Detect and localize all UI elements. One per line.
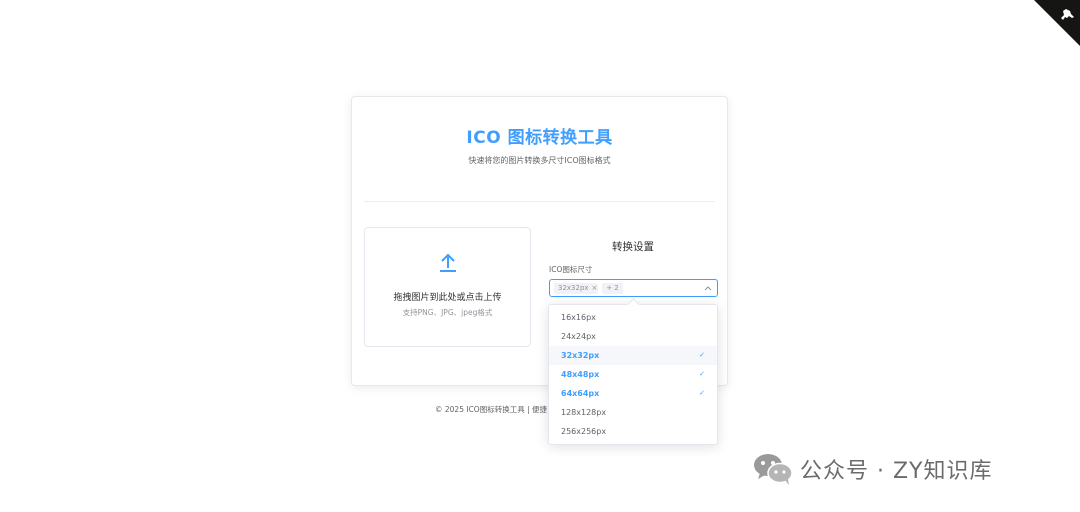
size-select[interactable]: 32x32px × + 2 <box>549 279 718 297</box>
option-256x256[interactable]: 256x256px <box>549 422 717 441</box>
watermark-text: 公众号 · ZY知识库 <box>800 459 993 484</box>
check-icon: ✓ <box>699 351 705 359</box>
option-label: 32x32px <box>561 351 600 360</box>
option-label: 128x128px <box>561 408 607 417</box>
wechat-icon <box>754 454 793 485</box>
option-label: 48x48px <box>561 370 600 379</box>
upload-text: 拖拽图片到此处或点击上传 <box>393 293 502 303</box>
extra-count-tag: + 2 <box>602 283 623 294</box>
page-title: ICO 图标转换工具 <box>466 128 613 148</box>
watermark: 公众号 · ZY知识库 <box>752 449 993 489</box>
option-128x128[interactable]: 128x128px <box>549 403 717 422</box>
upload-dropzone[interactable]: 拖拽图片到此处或点击上传 支持PNG、JPG、jpeg格式 <box>364 227 531 347</box>
option-label: 64x64px <box>561 389 600 398</box>
option-label: 256x256px <box>561 427 607 436</box>
option-label: 24x24px <box>561 332 596 341</box>
divider <box>364 201 715 202</box>
check-icon: ✓ <box>699 389 705 397</box>
option-48x48[interactable]: 48x48px ✓ <box>549 365 717 384</box>
upload-icon <box>440 253 456 272</box>
settings-title: 转换设置 <box>612 241 654 253</box>
option-24x24[interactable]: 24x24px <box>549 327 717 346</box>
option-64x64[interactable]: 64x64px ✓ <box>549 384 717 403</box>
footer-text: © 2025 ICO图标转换工具 | 便捷 <box>435 405 548 414</box>
page-subtitle: 快速将您的图片转换多尺寸ICO图标格式 <box>468 156 611 165</box>
selected-size-tag-label: 32x32px <box>558 284 589 292</box>
check-icon: ✓ <box>699 370 705 378</box>
selected-size-tag: 32x32px × <box>554 283 598 294</box>
option-label: 16x16px <box>561 313 596 322</box>
github-octocat-icon[interactable] <box>1055 3 1077 25</box>
size-dropdown: 16x16px 24x24px 32x32px ✓ 48x48px ✓ 64x64p… <box>548 298 718 445</box>
size-field-label: ICO图标尺寸 <box>549 265 593 274</box>
option-32x32[interactable]: 32x32px ✓ <box>549 346 717 365</box>
chevron-up-icon[interactable] <box>704 285 712 291</box>
option-16x16[interactable]: 16x16px <box>549 308 717 327</box>
tag-close-icon[interactable]: × <box>592 284 598 292</box>
upload-tip: 支持PNG、JPG、jpeg格式 <box>402 308 493 317</box>
